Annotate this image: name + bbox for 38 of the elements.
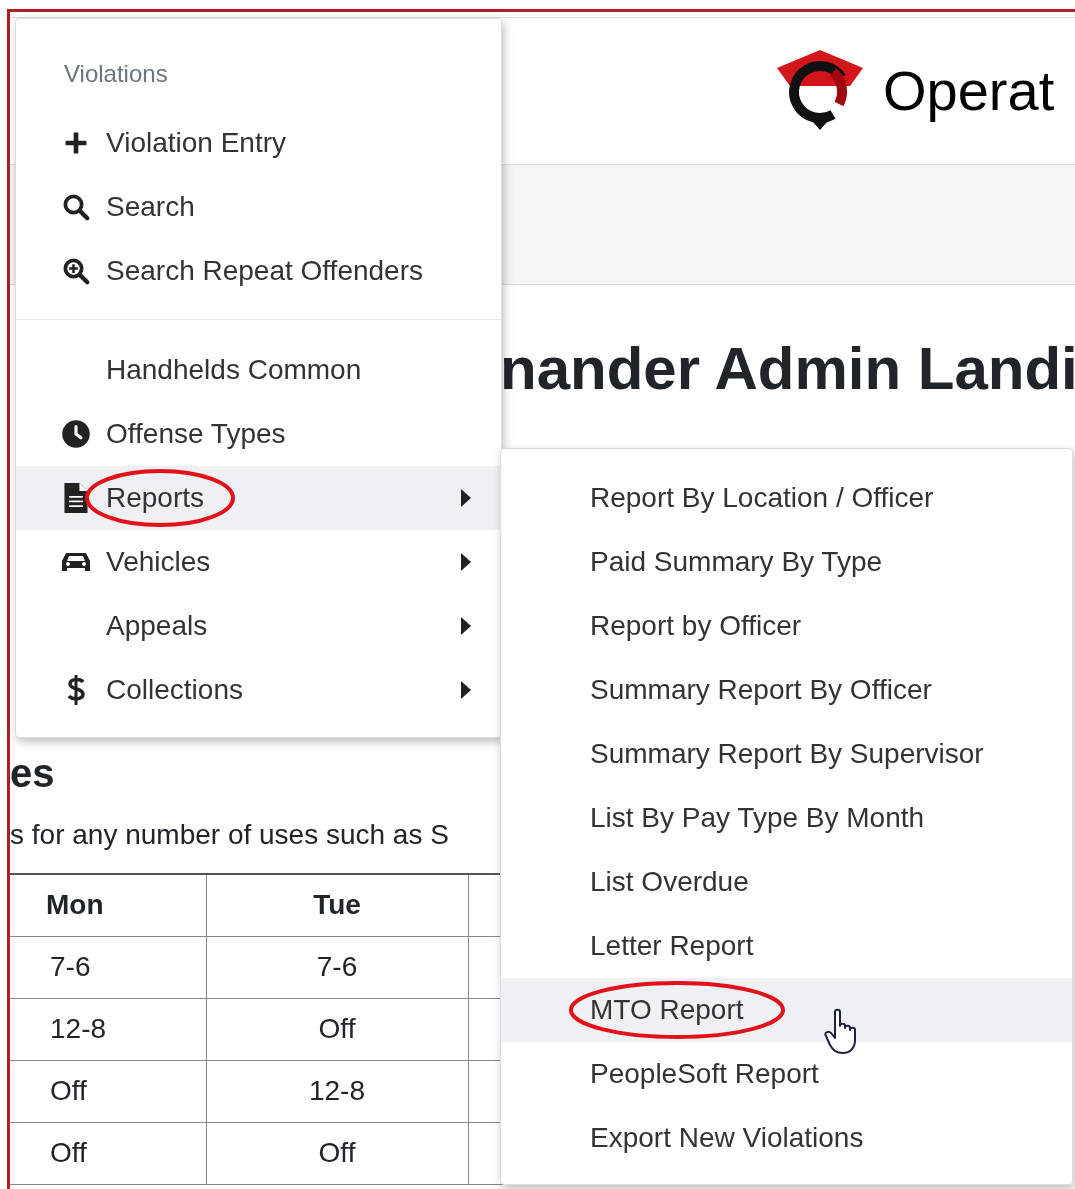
hand-cursor-icon [823, 1008, 859, 1056]
submenu-item[interactable]: Export New Violations [501, 1106, 1072, 1170]
table-cell: 12-8 [206, 1060, 468, 1122]
column-header: Mon [10, 874, 206, 936]
table-cell: Off [206, 1122, 468, 1184]
clock-icon [61, 419, 91, 449]
table-cell: 12-8 [10, 998, 206, 1060]
document-icon [64, 483, 88, 513]
submenu-item[interactable]: Report by Officer [501, 594, 1072, 658]
menu-item[interactable]: Reports [16, 466, 501, 530]
submenu-item[interactable]: List Overdue [501, 850, 1072, 914]
submenu-item[interactable]: Summary Report By Officer [501, 658, 1072, 722]
table-cell: Off [10, 1060, 206, 1122]
menu-item[interactable]: Violation Entry [16, 111, 501, 175]
submenu-item[interactable]: Letter Report [501, 914, 1072, 978]
submenu-item[interactable]: Summary Report By Supervisor [501, 722, 1072, 786]
zoom-in-icon [61, 256, 91, 286]
submenu-item[interactable]: PeopleSoft Report [501, 1042, 1072, 1106]
submenu-item[interactable]: Paid Summary By Type [501, 530, 1072, 594]
paragraph-text: s for any number of uses such as S [10, 818, 449, 852]
submenu-item[interactable]: List By Pay Type By Month [501, 786, 1072, 850]
menu-item[interactable]: Offense Types [16, 402, 501, 466]
shield-logo-icon [775, 50, 865, 132]
section-heading: es [10, 750, 55, 797]
table-cell: Off [10, 1122, 206, 1184]
menu-item[interactable]: Search [16, 175, 501, 239]
dollar-icon [66, 673, 86, 707]
table-cell: 7-6 [10, 936, 206, 998]
table-cell: 7-6 [206, 936, 468, 998]
column-header: Tue [206, 874, 468, 936]
menu-section-label: Violations [63, 59, 169, 89]
menu-item[interactable]: Handhelds Common [16, 338, 501, 402]
table-cell: Off [206, 998, 468, 1060]
menu-item[interactable]: Search Repeat Offenders [16, 239, 501, 303]
submenu-item[interactable]: MTO Report [501, 978, 1072, 1042]
search-icon [61, 192, 91, 222]
page-heading: nander Admin Landi [500, 334, 1075, 404]
submenu-item[interactable]: Report By Location / Officer [501, 466, 1072, 530]
